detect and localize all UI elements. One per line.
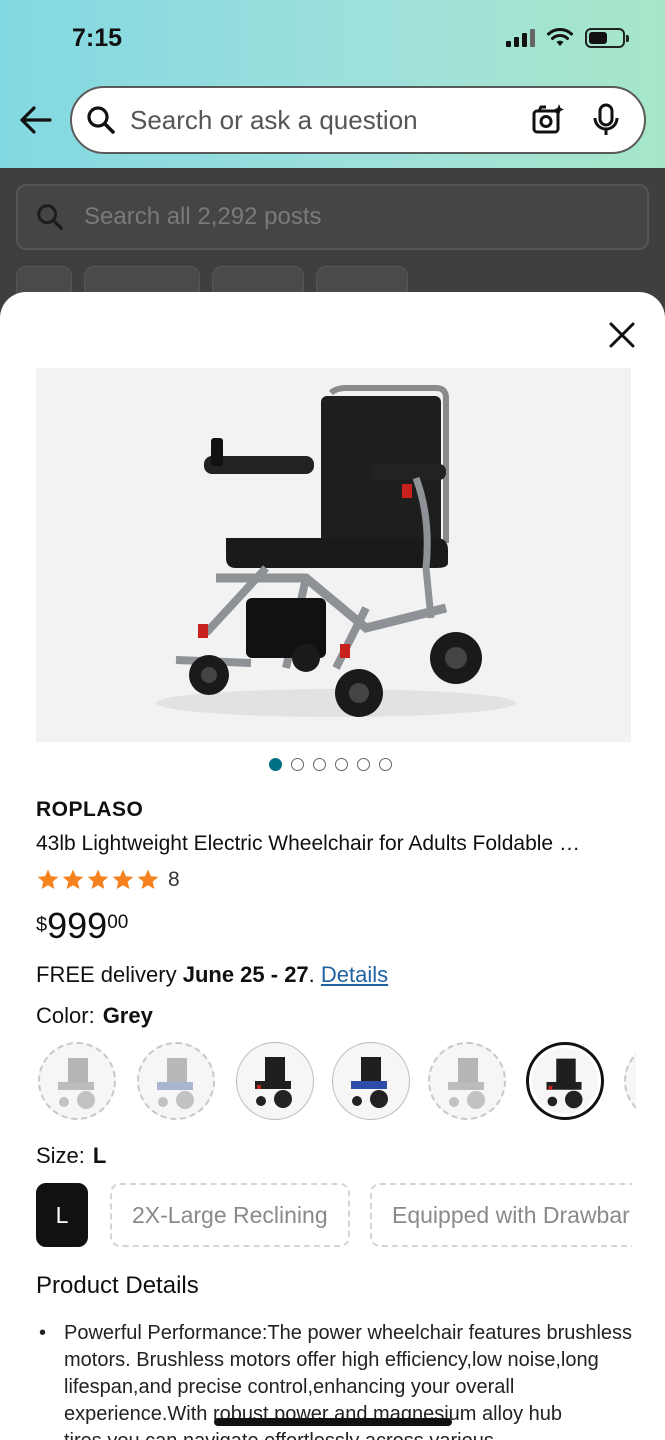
pager-dot[interactable] bbox=[291, 758, 304, 771]
price-currency: $ bbox=[36, 914, 48, 936]
status-icons bbox=[506, 28, 629, 48]
status-time: 7:15 bbox=[72, 24, 123, 52]
product-title: 43lb Lightweight Electric Wheelchair for… bbox=[36, 832, 580, 855]
color-label: Color: Grey bbox=[36, 1003, 153, 1029]
product-brand[interactable]: ROPLASO bbox=[36, 798, 143, 822]
search-icon bbox=[37, 204, 63, 230]
delivery-info: FREE delivery June 25 - 27. Details bbox=[36, 962, 388, 988]
price-whole: 999 bbox=[47, 905, 108, 946]
delivery-prefix: FREE delivery bbox=[36, 962, 183, 987]
delivery-separator: . bbox=[308, 962, 321, 987]
microphone-icon[interactable] bbox=[586, 100, 626, 140]
search-input[interactable]: Search or ask a question bbox=[70, 86, 646, 154]
color-swatch[interactable] bbox=[428, 1042, 506, 1120]
product-sheet: ROPLASO 43lb Lightweight Electric Wheelc… bbox=[0, 292, 665, 1440]
back-arrow-icon[interactable] bbox=[18, 104, 54, 136]
pager-dot[interactable] bbox=[269, 758, 282, 771]
rating-count: 8 bbox=[168, 868, 180, 891]
size-label-text: Size: bbox=[36, 1143, 85, 1168]
star-icon bbox=[62, 869, 84, 889]
bullet: • bbox=[39, 1322, 47, 1344]
size-options: L 2X-Large Reclining Equipped with Drawb… bbox=[36, 1183, 632, 1249]
close-icon[interactable] bbox=[607, 320, 637, 350]
pager-dot[interactable] bbox=[335, 758, 348, 771]
battery-icon bbox=[585, 28, 629, 48]
wheelchair-image bbox=[156, 385, 516, 717]
star-icon bbox=[112, 869, 134, 889]
wifi-icon bbox=[547, 28, 573, 46]
star-icon bbox=[37, 869, 59, 889]
pager-dot[interactable] bbox=[379, 758, 392, 771]
camera-search-icon[interactable] bbox=[528, 100, 568, 140]
size-value: L bbox=[92, 1143, 107, 1168]
color-swatch[interactable] bbox=[624, 1042, 636, 1120]
background-search: Search all 2,292 posts bbox=[16, 184, 649, 250]
background-page: Search all 2,292 posts bbox=[0, 168, 665, 308]
search-icon bbox=[87, 106, 115, 134]
app-header: 7:15 Search or ask a question bbox=[0, 0, 665, 168]
size-label: Size: L bbox=[36, 1143, 106, 1169]
star-rating bbox=[36, 868, 160, 892]
color-swatch[interactable] bbox=[38, 1042, 116, 1120]
search-placeholder: Search or ask a question bbox=[130, 104, 418, 135]
cellular-signal-icon bbox=[506, 29, 535, 47]
size-option[interactable]: Equipped with Drawbar bbox=[370, 1183, 632, 1247]
size-option-selected[interactable]: L bbox=[36, 1183, 88, 1247]
star-icon bbox=[87, 869, 109, 889]
product-image[interactable] bbox=[36, 368, 631, 742]
home-indicator[interactable] bbox=[214, 1418, 452, 1426]
color-swatch[interactable] bbox=[236, 1042, 314, 1120]
size-option[interactable]: 2X-Large Reclining bbox=[110, 1183, 350, 1247]
pager-dot[interactable] bbox=[357, 758, 370, 771]
product-price: $ 999 00 bbox=[36, 908, 128, 944]
background-search-placeholder: Search all 2,292 posts bbox=[84, 203, 322, 230]
delivery-details-link[interactable]: Details bbox=[321, 962, 388, 987]
color-swatch-selected[interactable] bbox=[526, 1042, 604, 1120]
color-swatch[interactable] bbox=[332, 1042, 410, 1120]
product-rating[interactable]: 8 bbox=[36, 868, 180, 892]
image-pager[interactable] bbox=[0, 758, 665, 771]
product-details-heading: Product Details bbox=[36, 1272, 199, 1299]
color-label-text: Color: bbox=[36, 1003, 95, 1028]
star-icon bbox=[137, 869, 159, 889]
price-fraction: 00 bbox=[107, 912, 129, 933]
color-value: Grey bbox=[102, 1003, 153, 1028]
color-swatch[interactable] bbox=[137, 1042, 215, 1120]
delivery-dates: June 25 - 27 bbox=[182, 962, 309, 987]
color-swatches bbox=[36, 1042, 636, 1122]
pager-dot[interactable] bbox=[313, 758, 326, 771]
